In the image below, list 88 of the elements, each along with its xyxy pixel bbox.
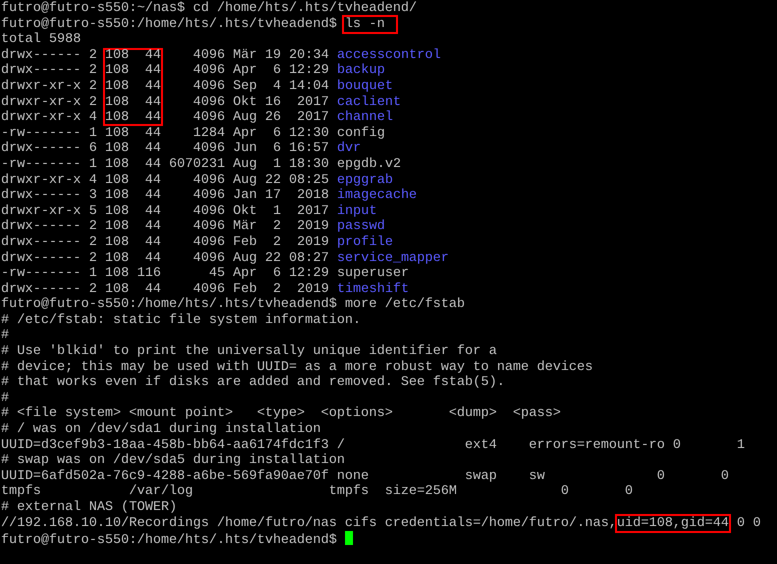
fstab-entry-text: 0 0 bbox=[736, 516, 761, 531]
file-mode: drwx------ 2 bbox=[1, 219, 97, 234]
file-mode: drwx------ 2 bbox=[1, 48, 97, 63]
owner-group-ids: 108 44 bbox=[102, 78, 163, 95]
file-details: 4096 Okt 1 2017 bbox=[192, 204, 329, 219]
output-line: UUID=6afd502a-76c9-4288-a6be-569fa90ae70f none swap sw 0 0 bbox=[1, 468, 729, 484]
owner-group-ids: 108 44 bbox=[104, 250, 162, 266]
output-line: tmpfs /var/log tmpfs size=256M 0 0 bbox=[1, 484, 633, 500]
shell-prompt: futro@futro-s550:~/nas$ bbox=[1, 1, 185, 16]
shell-prompt: futro@futro-s550:/home/hts/.hts/tvheadend$ bbox=[1, 297, 337, 312]
output-line: # <file system> <mount point> <type> <options> <dump> <pass> bbox=[1, 406, 561, 422]
command-text: ls -n bbox=[344, 16, 396, 32]
file-mode: drwxr-xr-x 2 bbox=[1, 78, 97, 94]
owner-group-ids: 108 44 bbox=[104, 234, 162, 250]
file-details: 4096 Aug 22 08:25 bbox=[192, 172, 329, 188]
owner-group-ids: 108 44 bbox=[104, 172, 162, 188]
owner-group-ids: 108 44 bbox=[104, 141, 162, 157]
output-line: # swap was on /dev/sda5 during installation bbox=[1, 453, 345, 468]
directory-name: backup bbox=[336, 63, 385, 78]
file-details: 4096 Okt 16 2017 bbox=[192, 94, 329, 110]
fstab-entry-text: //192.168.10.10/Recordings /home/futro/nas cifs credentials=/home/futro/.nas, bbox=[1, 516, 617, 531]
command-text: more /etc/fstab bbox=[344, 297, 465, 312]
file-mode: drwx------ 3 bbox=[1, 188, 97, 204]
owner-group-ids: 108 44 bbox=[104, 204, 162, 220]
output-line: total 5988 bbox=[1, 32, 81, 48]
file-details: 4096 Feb 2 2019 bbox=[192, 234, 329, 250]
file-details: 4096 Aug 22 08:27 bbox=[192, 250, 329, 266]
file-name: superuser bbox=[336, 266, 409, 282]
directory-name: input bbox=[336, 204, 377, 219]
directory-name: passwd bbox=[336, 219, 385, 234]
output-line: # device; this may be used with UUID= as a more robust way to name devices bbox=[1, 360, 593, 375]
owner-group-ids: 108 44 bbox=[104, 282, 162, 297]
directory-name: channel bbox=[336, 110, 393, 126]
file-mode: -rw------- 1 bbox=[1, 126, 97, 141]
shell-prompt: futro@futro-s550:/home/hts/.hts/tvheadend$ bbox=[1, 16, 337, 32]
directory-name: dvr bbox=[336, 141, 361, 156]
output-line: # / was on /dev/sda1 during installation bbox=[1, 422, 321, 438]
directory-name: imagecache bbox=[336, 188, 417, 204]
file-mode: drwx------ 6 bbox=[1, 141, 97, 156]
output-line: # /etc/fstab: static file system information. bbox=[1, 312, 361, 328]
file-details: 4096 Jun 6 16:57 bbox=[192, 141, 329, 156]
file-details: 6070231 Aug 1 18:30 bbox=[168, 156, 329, 172]
file-mode: drwx------ 2 bbox=[1, 234, 97, 250]
owner-group-ids: 108 44 bbox=[104, 188, 162, 204]
directory-name: epggrab bbox=[336, 172, 393, 188]
owner-group-ids: 108 116 bbox=[104, 266, 162, 282]
file-details: 4096 Apr 6 12:29 bbox=[192, 63, 329, 78]
owner-group-ids: 108 44 bbox=[102, 63, 163, 79]
output-line: # Use 'blkid' to print the universally unique identifier for a bbox=[1, 344, 497, 360]
directory-name: service_mapper bbox=[336, 250, 449, 266]
directory-name: bouquet bbox=[336, 78, 393, 94]
owner-group-ids: 108 44 bbox=[102, 48, 163, 64]
directory-name: profile bbox=[336, 234, 393, 250]
directory-name: accesscontrol bbox=[336, 48, 441, 63]
shell-prompt: futro@futro-s550:/home/hts/.hts/tvheadend$ bbox=[1, 533, 337, 548]
file-mode: drwxr-xr-x 2 bbox=[1, 94, 97, 110]
file-details: 4096 Aug 26 2017 bbox=[192, 110, 329, 126]
file-name: epgdb.v2 bbox=[336, 156, 401, 172]
output-line: # external NAS (TOWER) bbox=[1, 500, 177, 515]
highlighted-options: uid=108,gid=44 bbox=[616, 516, 729, 531]
file-mode: drwx------ 2 bbox=[1, 282, 97, 297]
file-mode: -rw------- 1 bbox=[1, 156, 97, 172]
file-details: 4096 Mär 2 2019 bbox=[192, 219, 329, 234]
file-details: 4096 Sep 4 14:04 bbox=[192, 78, 329, 94]
file-mode: drwxr-xr-x 5 bbox=[1, 204, 97, 219]
output-line: UUID=d3cef9b3-18aa-458b-bb64-aa6174fdc1f3 / ext4 errors=remount-ro 0 1 bbox=[1, 438, 745, 453]
file-name: config bbox=[336, 126, 385, 141]
owner-group-ids: 108 44 bbox=[104, 156, 162, 173]
file-mode: drwxr-xr-x 4 bbox=[1, 172, 97, 188]
file-details: 4096 Jan 17 2018 bbox=[192, 188, 329, 204]
file-details: 1284 Apr 6 12:30 bbox=[192, 126, 329, 141]
file-mode: drwx------ 2 bbox=[1, 63, 97, 78]
file-details: 4096 Mär 19 20:34 bbox=[192, 48, 329, 63]
output-line: # that works even if disks are added and removed. See fstab(5). bbox=[1, 375, 505, 390]
owner-group-ids: 108 44 bbox=[104, 219, 162, 235]
directory-name: caclient bbox=[336, 94, 401, 110]
file-details: 45 Apr 6 12:29 bbox=[208, 266, 329, 282]
command-text: cd /home/hts/.hts/tvheadend/ bbox=[192, 1, 417, 16]
owner-group-ids: 108 44 bbox=[102, 110, 163, 126]
file-mode: drwxr-xr-x 4 bbox=[1, 110, 97, 126]
owner-group-ids: 108 44 bbox=[102, 94, 163, 110]
owner-group-ids: 108 44 bbox=[104, 126, 162, 142]
file-details: 4096 Feb 2 2019 bbox=[192, 282, 329, 297]
file-mode: -rw------- 1 bbox=[1, 266, 97, 282]
file-mode: drwx------ 2 bbox=[1, 250, 97, 266]
directory-name: timeshift bbox=[336, 282, 409, 297]
output-line: # bbox=[1, 390, 9, 406]
output-line: # bbox=[1, 328, 9, 344]
